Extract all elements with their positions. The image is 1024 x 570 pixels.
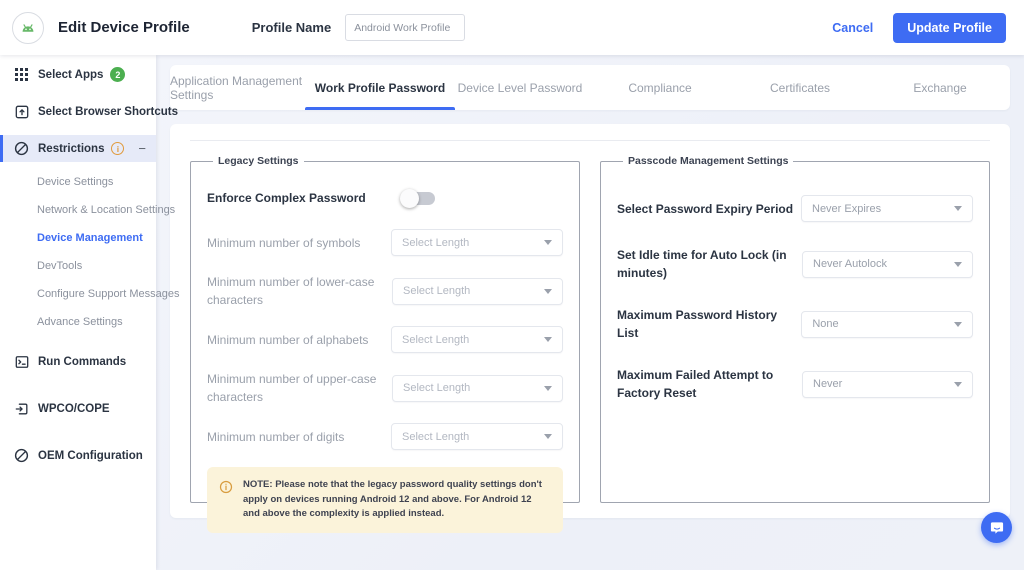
tab-exchange[interactable]: Exchange [870, 65, 1010, 110]
browser-shortcut-icon [14, 104, 29, 119]
chevron-down-icon [954, 206, 962, 211]
min-lowercase-select[interactable]: Select Length [392, 278, 563, 305]
password-history-select[interactable]: None [801, 311, 973, 338]
sidebar-item-label: WPCO/COPE [38, 403, 110, 415]
tab-work-profile-password[interactable]: Work Profile Password [310, 65, 450, 110]
android-robot-icon [18, 18, 38, 38]
failed-attempts-factory-reset-label: Maximum Failed Attempt to Factory Reset [617, 366, 802, 402]
min-symbols-label: Minimum number of symbols [207, 234, 360, 252]
chevron-down-icon [544, 337, 552, 342]
min-uppercase-label: Minimum number of upper-case characters [207, 370, 392, 406]
chevron-down-icon [544, 289, 552, 294]
terminal-icon [14, 354, 29, 369]
chat-support-button[interactable] [981, 512, 1012, 543]
note-info-icon [219, 480, 233, 494]
android-logo [12, 12, 44, 44]
sidebar-item-select-apps[interactable]: Select Apps 2 [0, 61, 156, 88]
restrictions-icon [14, 141, 29, 156]
sidebar-item-label: Run Commands [38, 356, 126, 368]
top-header: Edit Device Profile Profile Name Cancel … [0, 0, 1024, 55]
failed-attempts-factory-reset-select[interactable]: Never [802, 371, 973, 398]
tab-certificates[interactable]: Certificates [730, 65, 870, 110]
sidebar-subitem-device-settings[interactable]: Device Settings [0, 168, 156, 196]
sidebar-item-label: Restrictions [38, 143, 104, 155]
chevron-down-icon [954, 262, 962, 267]
min-symbols-select[interactable]: Select Length [391, 229, 563, 256]
sidebar-subitem-configure-support-messages[interactable]: Configure Support Messages [0, 280, 156, 308]
password-expiry-label: Select Password Expiry Period [617, 200, 793, 218]
sidebar-subitem-device-management[interactable]: Device Management [0, 224, 156, 252]
collapse-minus-icon[interactable]: − [138, 141, 146, 156]
sidebar-item-wpco-cope[interactable]: WPCO/COPE [0, 395, 156, 422]
tab-compliance[interactable]: Compliance [590, 65, 730, 110]
settings-tab-bar: Application Management Settings Work Pro… [170, 65, 1010, 110]
enforce-complex-password-toggle[interactable] [402, 192, 435, 205]
autolock-idle-time-label: Set Idle time for Auto Lock (in minutes) [617, 246, 802, 282]
toggle-knob [400, 189, 419, 208]
password-history-label: Maximum Password History List [617, 306, 801, 342]
header-actions: Cancel Update Profile [832, 13, 1006, 43]
sidebar-item-label: Select Browser Shortcuts [38, 106, 178, 118]
chevron-down-icon [544, 240, 552, 245]
sidebar-item-label: Select Apps [38, 69, 103, 81]
apps-grid-icon [14, 67, 29, 82]
sidebar-item-label: OEM Configuration [38, 450, 143, 462]
chevron-down-icon [544, 434, 552, 439]
tab-application-management-settings[interactable]: Application Management Settings [170, 65, 310, 110]
sidebar-subitem-advance-settings[interactable]: Advance Settings [0, 308, 156, 336]
min-digits-select[interactable]: Select Length [391, 423, 563, 450]
min-uppercase-select[interactable]: Select Length [392, 375, 563, 402]
restrictions-info-icon[interactable]: i [111, 142, 124, 155]
sidebar: Select Apps 2 Select Browser Shortcuts R… [0, 55, 156, 570]
device-profile-icon [14, 401, 29, 416]
sidebar-subitem-network-location[interactable]: Network & Location Settings [0, 196, 156, 224]
cancel-button[interactable]: Cancel [832, 21, 873, 35]
divider [190, 140, 990, 141]
sidebar-item-select-browser-shortcuts[interactable]: Select Browser Shortcuts [0, 98, 156, 125]
page-title: Edit Device Profile [58, 19, 190, 36]
sidebar-item-restrictions[interactable]: Restrictions i − [0, 135, 156, 162]
main-content: Application Management Settings Work Pro… [156, 55, 1024, 570]
enforce-complex-password-label: Enforce Complex Password [207, 189, 366, 207]
tab-device-level-password[interactable]: Device Level Password [450, 65, 590, 110]
chevron-down-icon [544, 386, 552, 391]
selected-apps-count-badge: 2 [110, 67, 125, 82]
legacy-settings-group: Legacy Settings Enforce Complex Password… [190, 155, 580, 503]
legacy-note-banner: NOTE: Please note that the legacy passwo… [207, 467, 563, 533]
chevron-down-icon [954, 382, 962, 387]
passcode-management-group: Passcode Management Settings Select Pass… [600, 155, 990, 503]
min-digits-label: Minimum number of digits [207, 428, 344, 446]
note-text: NOTE: Please note that the legacy passwo… [243, 478, 551, 522]
sidebar-item-oem-configuration[interactable]: OEM Configuration [0, 442, 156, 469]
chevron-down-icon [954, 322, 962, 327]
profile-name-input[interactable] [345, 14, 465, 41]
min-alphabets-select[interactable]: Select Length [391, 326, 563, 353]
min-lowercase-label: Minimum number of lower-case characters [207, 273, 392, 309]
chat-bubble-icon [989, 520, 1005, 536]
sidebar-item-run-commands[interactable]: Run Commands [0, 348, 156, 375]
min-alphabets-label: Minimum number of alphabets [207, 331, 368, 349]
oem-slash-icon [14, 448, 29, 463]
update-profile-button[interactable]: Update Profile [893, 13, 1006, 43]
work-profile-password-panel: Legacy Settings Enforce Complex Password… [170, 124, 1010, 518]
sidebar-subitem-devtools[interactable]: DevTools [0, 252, 156, 280]
password-expiry-select[interactable]: Never Expires [801, 195, 973, 222]
profile-name-label: Profile Name [252, 20, 331, 35]
passcode-management-legend: Passcode Management Settings [623, 155, 793, 167]
legacy-settings-legend: Legacy Settings [213, 155, 304, 167]
autolock-idle-time-select[interactable]: Never Autolock [802, 251, 973, 278]
